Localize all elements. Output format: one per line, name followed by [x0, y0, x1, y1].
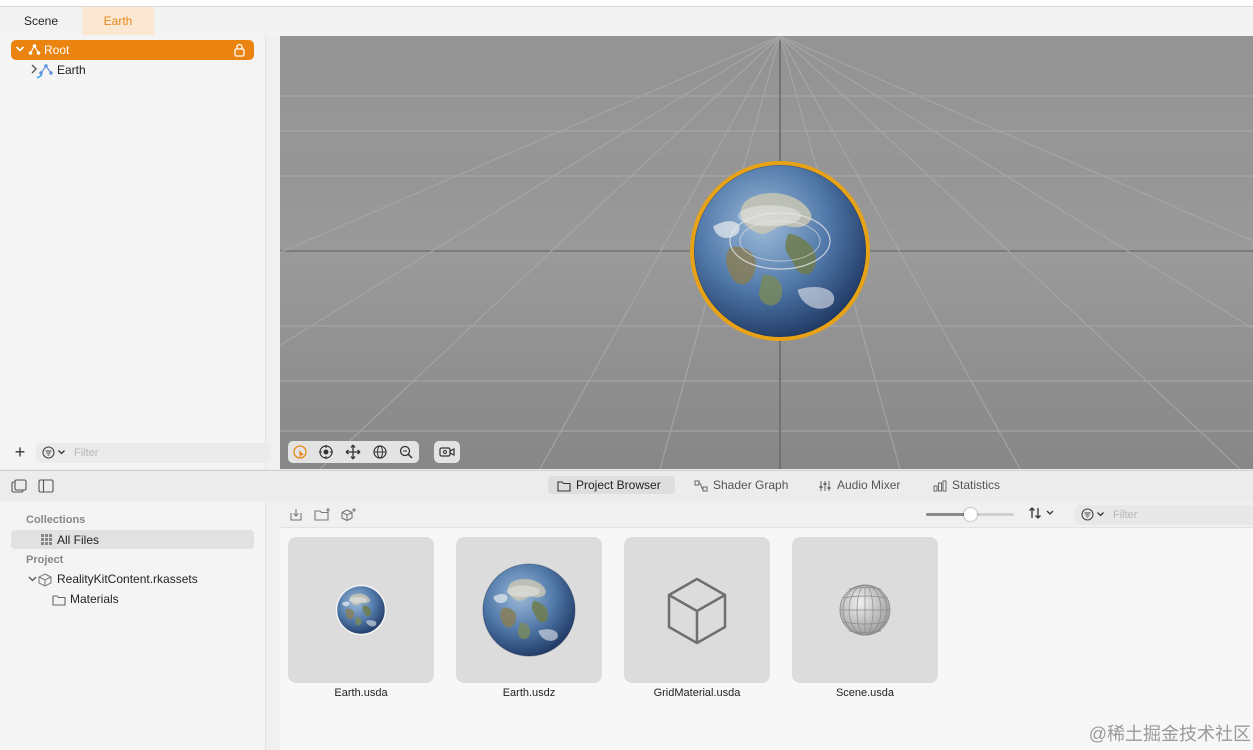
rotate-tool-icon[interactable]: [372, 444, 388, 460]
filter-icon[interactable]: [42, 446, 55, 462]
collections-header: Collections: [26, 514, 86, 526]
3d-viewport[interactable]: [280, 36, 1253, 469]
asset-tile-scene-usda[interactable]: Scene.usda: [792, 537, 938, 702]
filter-icon[interactable]: [1081, 508, 1094, 524]
tab-audio-mixer[interactable]: Audio Mixer: [818, 476, 918, 494]
camera-icon: [439, 444, 455, 460]
move-tool-icon[interactable]: [345, 444, 361, 460]
windows-icon[interactable]: [11, 478, 27, 497]
hierarchy-filter-field[interactable]: [36, 443, 270, 463]
audio-mixer-icon: [818, 479, 832, 497]
import-icon[interactable]: [288, 507, 304, 523]
asset-thumbnail: [456, 537, 602, 683]
folder-icon: [52, 594, 66, 609]
shader-graph-icon: [694, 479, 708, 497]
asset-thumbnail: [624, 537, 770, 683]
tab-label: Project Browser: [576, 478, 661, 492]
chevron-down-icon[interactable]: [57, 446, 66, 460]
project-header: Project: [26, 554, 64, 566]
sidebar-toggle-icon[interactable]: [38, 478, 54, 497]
camera-button[interactable]: [434, 441, 460, 463]
sidebar-item-materials[interactable]: Materials: [52, 591, 202, 609]
hierarchy-item-label: Root: [44, 43, 70, 57]
hierarchy-scrollbar[interactable]: [265, 36, 281, 469]
browser-sidebar-scrollbar[interactable]: [265, 501, 281, 750]
hierarchy-filter-input[interactable]: [74, 445, 254, 461]
slider-knob[interactable]: [963, 508, 977, 521]
tab-statistics[interactable]: Statistics: [933, 476, 1023, 494]
entity-icon: [28, 43, 41, 59]
sort-button[interactable]: [1028, 505, 1060, 523]
tab-earth[interactable]: Earth: [82, 7, 154, 35]
asset-thumbnail: [792, 537, 938, 683]
asset-tile-gridmaterial-usda[interactable]: GridMaterial.usda: [624, 537, 770, 702]
tab-project-browser[interactable]: Project Browser: [548, 476, 675, 494]
viewport-toolbar: [288, 441, 419, 463]
tab-scene[interactable]: Scene: [0, 7, 82, 35]
lock-icon[interactable]: [234, 43, 245, 60]
asset-tile-earth-usdz[interactable]: Earth.usdz: [456, 537, 602, 702]
sidebar-item-label: RealityKitContent.rkassets: [57, 572, 198, 586]
chevron-down-icon[interactable]: [28, 572, 37, 589]
asset-name: Earth.usdz: [502, 687, 556, 699]
hierarchy-row-earth[interactable]: Earth: [26, 61, 226, 79]
asset-thumbnail: [288, 537, 434, 683]
watermark: @稀土掘金技术社区: [1088, 724, 1251, 744]
sidebar-item-label: All Files: [57, 533, 100, 547]
tab-label: Statistics: [952, 478, 1001, 492]
zoom-tool-icon[interactable]: [398, 444, 414, 460]
sort-icon: [1028, 507, 1058, 524]
browser-filter-input[interactable]: [1113, 507, 1243, 523]
hierarchy-row-root[interactable]: Root: [11, 40, 254, 60]
chevron-down-icon[interactable]: [15, 42, 25, 56]
chevron-down-icon[interactable]: [1096, 508, 1105, 522]
hierarchy-item-label: Earth: [57, 63, 86, 77]
model-entity-icon: [36, 63, 56, 82]
asset-tile-earth-usda[interactable]: Earth.usda: [288, 537, 434, 702]
orbit-tool-icon[interactable]: [318, 444, 334, 460]
earth-model[interactable]: [690, 161, 870, 341]
window-top-strip: [0, 0, 1253, 7]
asset-name: Earth.usda: [334, 687, 388, 699]
sidebar-item-realitykitcontent[interactable]: RealityKitContent.rkassets: [26, 571, 256, 589]
tab-label: Shader Graph: [713, 478, 789, 492]
grid-sphere-icon: [839, 584, 891, 636]
browser-filter-field[interactable]: [1075, 505, 1253, 525]
tab-label: Audio Mixer: [837, 478, 901, 492]
sidebar-item-all-files[interactable]: All Files: [11, 530, 254, 549]
asset-name: GridMaterial.usda: [653, 687, 741, 699]
new-entity-icon[interactable]: [340, 507, 356, 523]
document-tab-bar: Scene Earth: [0, 0, 1253, 37]
statistics-icon: [933, 479, 947, 497]
asset-name: Scene.usda: [835, 687, 895, 699]
select-tool-icon[interactable]: [292, 444, 308, 460]
sidebar-item-label: Materials: [70, 592, 119, 606]
add-entity-button[interactable]: +: [12, 443, 28, 461]
scene-hierarchy-panel: [0, 36, 265, 434]
grid-icon: [41, 534, 52, 548]
package-icon: [38, 573, 52, 590]
new-folder-icon[interactable]: [314, 507, 330, 523]
folder-icon: [557, 479, 571, 497]
cube-outline-icon: [667, 577, 727, 645]
tab-shader-graph[interactable]: Shader Graph: [694, 476, 804, 494]
thumbnail-size-slider[interactable]: [926, 508, 1014, 522]
